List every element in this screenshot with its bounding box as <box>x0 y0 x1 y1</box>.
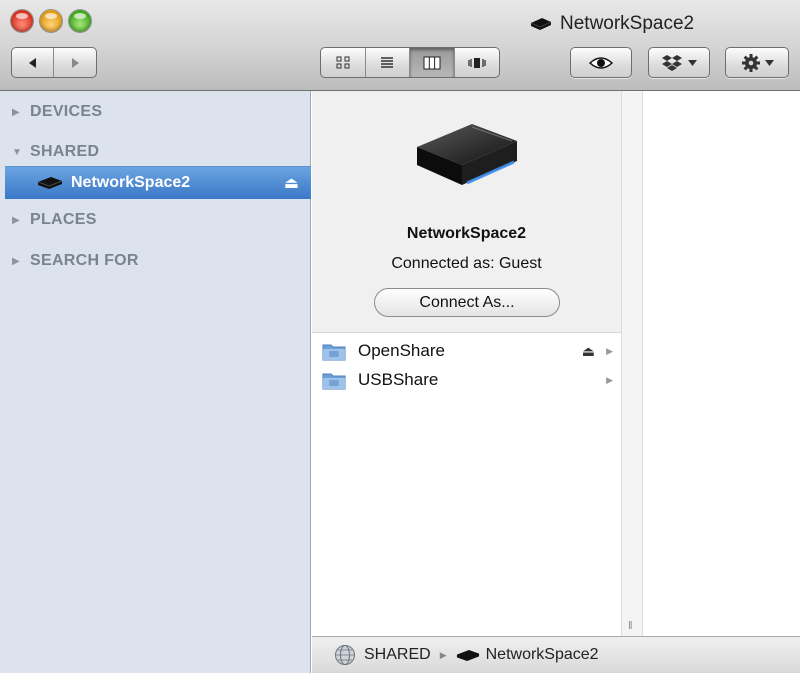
sidebar-group-label: SHARED <box>30 143 100 160</box>
disclosure-arrow-icon: ▶ <box>606 374 613 385</box>
dropbox-menu-button[interactable] <box>648 47 710 78</box>
sidebar-group-search-for[interactable]: ▶ SEARCH FOR <box>12 252 139 270</box>
sidebar-group-places[interactable]: ▶ PLACES <box>12 211 97 229</box>
sidebar: ▶ DEVICES ▼ SHARED NetworkSpace2 ⏏ ▶ PLA… <box>0 91 311 673</box>
sidebar-group-label: PLACES <box>30 211 97 228</box>
window-title: NetworkSpace2 <box>530 12 694 36</box>
server-preview-panel: NetworkSpace2 Connected as: Guest Connec… <box>312 91 621 333</box>
path-bar: SHARED ▶ NetworkSpace2 <box>312 636 800 673</box>
network-drive-icon <box>530 18 552 30</box>
zoom-window-button[interactable] <box>69 10 91 32</box>
window-title-text: NetworkSpace2 <box>560 13 695 34</box>
sidebar-group-label: DEVICES <box>30 103 103 120</box>
icon-view-button[interactable] <box>321 48 366 77</box>
sidebar-group-shared[interactable]: ▼ SHARED <box>12 143 99 161</box>
shared-folder-icon <box>322 373 346 389</box>
column-view-button[interactable] <box>410 48 455 77</box>
column-resize-handle[interactable]: ‖ <box>628 620 633 632</box>
connection-status: Connected as: Guest <box>391 255 542 272</box>
share-name: OpenShare <box>358 341 445 360</box>
list-item[interactable]: USBShare ▶ <box>322 366 617 394</box>
quick-look-button[interactable] <box>570 47 632 78</box>
eject-icon[interactable]: ⏏ <box>284 173 299 193</box>
cover-flow-button[interactable] <box>455 48 499 77</box>
window-toolbar: NetworkSpace2 <box>0 0 800 91</box>
dropbox-icon <box>661 54 682 71</box>
list-view-button[interactable] <box>366 48 410 77</box>
device-name: NetworkSpace2 <box>406 225 527 242</box>
disclosure-arrow-icon: ▶ <box>606 345 613 356</box>
list-view-icon <box>381 56 394 68</box>
column-view-icon <box>423 56 441 69</box>
icon-view-icon <box>336 56 350 68</box>
network-storage-device-icon <box>417 124 517 185</box>
chevron-down-icon <box>764 59 774 66</box>
disclosure-triangle-icon: ▶ <box>12 106 20 118</box>
disclosure-triangle-open-icon: ▼ <box>12 146 23 158</box>
forward-arrow-icon <box>72 57 79 68</box>
view-mode-control <box>320 47 500 78</box>
eject-icon[interactable]: ⏏ <box>582 343 595 360</box>
list-item[interactable]: OpenShare ⏏ ▶ <box>322 337 617 365</box>
cover-flow-icon <box>468 57 486 68</box>
network-drive-icon <box>37 177 63 189</box>
close-window-button[interactable] <box>11 10 33 32</box>
connect-as-button[interactable]: Connect As... <box>374 288 560 317</box>
eye-icon <box>589 56 613 69</box>
back-arrow-icon <box>28 57 36 68</box>
minimize-window-button[interactable] <box>40 10 62 32</box>
empty-browser-column <box>644 91 800 636</box>
chevron-down-icon <box>687 59 697 66</box>
sidebar-group-label: SEARCH FOR <box>30 252 139 269</box>
sidebar-item-networkspace2[interactable]: NetworkSpace2 ⏏ <box>5 166 311 199</box>
path-separator-icon: ▶ <box>439 649 447 660</box>
shared-folder-icon <box>322 344 346 360</box>
gear-icon <box>741 53 760 72</box>
back-button[interactable] <box>12 48 55 77</box>
share-name: USBShare <box>358 370 439 389</box>
network-drive-icon <box>456 649 479 661</box>
path-segment-shared[interactable]: SHARED <box>364 646 431 664</box>
action-menu-button[interactable] <box>725 47 789 78</box>
network-globe-icon <box>335 645 355 665</box>
disclosure-triangle-icon: ▶ <box>12 214 20 226</box>
sidebar-group-devices[interactable]: ▶ DEVICES <box>12 103 102 121</box>
browser-column: NetworkSpace2 Connected as: Guest Connec… <box>312 91 621 636</box>
back-forward-control <box>11 47 97 78</box>
sidebar-item-label: NetworkSpace2 <box>71 174 191 191</box>
forward-button[interactable] <box>54 48 96 77</box>
path-segment-device[interactable]: NetworkSpace2 <box>486 646 599 664</box>
column-scroll-track[interactable] <box>621 91 643 636</box>
disclosure-triangle-icon: ▶ <box>12 255 20 267</box>
